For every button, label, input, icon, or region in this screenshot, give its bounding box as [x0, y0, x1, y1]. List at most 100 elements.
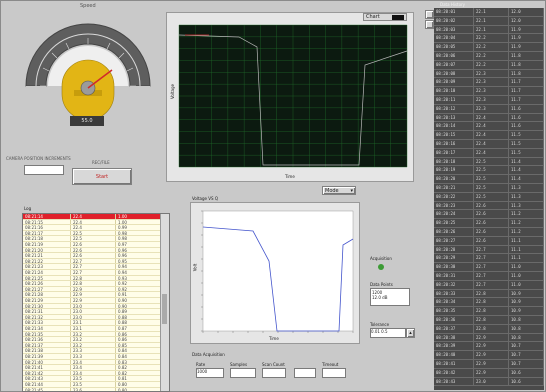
history-row[interactable]: 08:20:20 22.5 11.4 [434, 175, 544, 184]
history-row[interactable]: 08:20:12 22.3 11.6 [434, 104, 544, 114]
history-cell: 12.0 [509, 8, 544, 16]
history-cell: 11.4 [509, 175, 544, 183]
history-row[interactable]: 08:20:19 22.5 11.4 [434, 166, 544, 176]
history-cell: 08:20:36 [434, 316, 474, 324]
history-row[interactable]: 08:20:38 22.9 10.8 [434, 333, 544, 343]
history-row[interactable]: 08:20:43 23.0 10.6 [434, 377, 544, 387]
history-cell: 08:20:43 [434, 377, 474, 386]
log-row[interactable]: 08:21:45 23.6 0.80 [23, 387, 161, 391]
history-row[interactable]: 08:20:06 22.2 11.8 [434, 52, 544, 61]
log-cell: 0.97 [116, 242, 161, 247]
history-cell: 22.9 [474, 360, 509, 368]
history-cell: 08:20:19 [434, 166, 474, 175]
history-cell: 10.6 [509, 377, 544, 386]
history-row[interactable]: 08:20:40 22.9 10.7 [434, 351, 544, 360]
history-title: Data History [440, 2, 466, 7]
log-cell: 08:21:40 [23, 359, 71, 365]
log-cell: 08:21:21 [23, 253, 71, 258]
samples-label: Samples [230, 362, 248, 367]
tolerance-box[interactable]: 0.01 0.5 [370, 328, 406, 338]
history-row[interactable]: 08:20:23 22.6 11.3 [434, 201, 544, 211]
history-row[interactable]: 08:20:04 22.2 11.9 [434, 34, 544, 44]
history-cell: 11.8 [509, 60, 544, 69]
history-row[interactable]: 08:20:39 22.9 10.7 [434, 342, 544, 352]
history-row[interactable]: 08:20:22 22.5 11.3 [434, 192, 544, 202]
history-cell: 08:20:01 [434, 8, 474, 16]
history-row[interactable]: 08:20:05 22.2 11.9 [434, 43, 544, 52]
log-cell: 08:21:29 [23, 298, 71, 303]
history-row[interactable]: 08:20:32 22.7 11.0 [434, 280, 544, 290]
history-row[interactable]: 08:20:17 22.4 11.5 [434, 148, 544, 158]
history-row[interactable]: 08:20:26 22.6 11.2 [434, 228, 544, 237]
log-cell: 22.7 [71, 270, 116, 275]
history-row[interactable]: 08:20:10 22.3 11.7 [434, 87, 544, 96]
history-row[interactable]: 08:20:27 22.6 11.1 [434, 236, 544, 246]
history-row[interactable]: 08:20:07 22.2 11.8 [434, 60, 544, 70]
log-cell: 22.6 [71, 247, 116, 253]
history-row[interactable]: 08:20:01 22.1 12.0 [434, 8, 544, 17]
history-toggle-2[interactable] [425, 20, 434, 29]
history-cell: 08:20:33 [434, 289, 474, 298]
history-row[interactable]: 08:20:41 22.9 10.7 [434, 360, 544, 369]
history-cell: 08:20:03 [434, 25, 474, 34]
history-row[interactable]: 08:20:02 22.1 12.0 [434, 16, 544, 26]
history-row[interactable]: 08:20:36 22.8 10.8 [434, 316, 544, 325]
scan-count-field[interactable] [262, 368, 286, 378]
history-row[interactable]: 08:20:15 22.4 11.5 [434, 131, 544, 140]
increments-field[interactable] [24, 165, 64, 175]
history-cell: 10.9 [509, 289, 544, 298]
log-cell: 23.0 [71, 303, 116, 309]
history-row[interactable]: 08:20:24 22.6 11.2 [434, 210, 544, 220]
history-row[interactable]: 08:20:14 22.4 11.6 [434, 122, 544, 132]
log-cell: 23.0 [71, 314, 116, 320]
history-row[interactable]: 08:20:33 22.8 10.9 [434, 289, 544, 299]
tolerance-stepper[interactable]: ▴ [406, 328, 415, 338]
history-row[interactable]: 08:20:28 22.7 11.1 [434, 245, 544, 255]
history-row[interactable]: 08:20:31 22.7 11.0 [434, 272, 544, 281]
history-row[interactable]: 08:20:03 22.1 11.9 [434, 25, 544, 35]
history-row[interactable]: 08:20:16 22.4 11.5 [434, 140, 544, 149]
history-row[interactable]: 08:20:29 22.7 11.1 [434, 254, 544, 264]
history-row[interactable]: 08:20:37 22.8 10.8 [434, 324, 544, 334]
history-row[interactable]: 08:20:34 22.8 10.9 [434, 298, 544, 308]
history-cell: 11.2 [509, 210, 544, 219]
start-button-label: Start [95, 173, 109, 180]
log-cell: 23.5 [71, 376, 116, 381]
log-cell: 0.96 [116, 247, 161, 253]
history-row[interactable]: 08:20:30 22.7 11.0 [434, 263, 544, 272]
rate-field[interactable]: 1000 [196, 368, 224, 378]
history-row[interactable]: 08:20:08 22.3 11.8 [434, 69, 544, 79]
timeout-field[interactable] [322, 368, 346, 378]
log-cell: 0.90 [116, 298, 161, 303]
log-table-scroll-thumb[interactable] [162, 294, 167, 324]
acquisition-led-label: Acquisition [370, 256, 392, 261]
log-cell: 08:21:17 [23, 230, 71, 236]
small-chart-title: Voltage VS Q [192, 196, 218, 201]
log-cell: 23.0 [71, 309, 116, 314]
history-row[interactable]: 08:20:18 22.5 11.4 [434, 157, 544, 167]
history-cell: 08:20:05 [434, 43, 474, 51]
history-toggle-1[interactable] [425, 10, 434, 19]
history-row[interactable]: 08:20:25 22.6 11.2 [434, 219, 544, 228]
history-cell: 08:20:28 [434, 245, 474, 254]
log-cell: 08:21:37 [23, 342, 71, 348]
history-row[interactable]: 08:20:11 22.3 11.7 [434, 96, 544, 105]
log-cell: 08:21:20 [23, 247, 71, 253]
history-cell: 08:20:21 [434, 184, 474, 192]
history-cell: 08:20:24 [434, 210, 474, 219]
history-row[interactable]: 08:20:09 22.3 11.7 [434, 78, 544, 88]
history-cell: 22.7 [474, 280, 509, 289]
history-row[interactable]: 08:20:42 22.9 10.6 [434, 368, 544, 378]
history-row[interactable]: 08:20:35 22.8 10.9 [434, 307, 544, 316]
stepper-arrow-icon: ▴ [409, 330, 412, 336]
log-cell: 23.2 [71, 342, 116, 348]
mode-dropdown[interactable]: Mode ▾ [322, 186, 356, 195]
log-cell: 0.82 [116, 365, 161, 370]
log-table-scrollbar[interactable] [160, 214, 169, 391]
history-row[interactable]: 08:20:21 22.5 11.3 [434, 184, 544, 193]
log-cell: 08:21:35 [23, 331, 71, 337]
samples-field[interactable] [230, 368, 256, 378]
scan-count-field-2[interactable] [294, 368, 316, 378]
history-row[interactable]: 08:20:13 22.4 11.6 [434, 113, 544, 123]
start-button[interactable]: Start [72, 168, 132, 185]
